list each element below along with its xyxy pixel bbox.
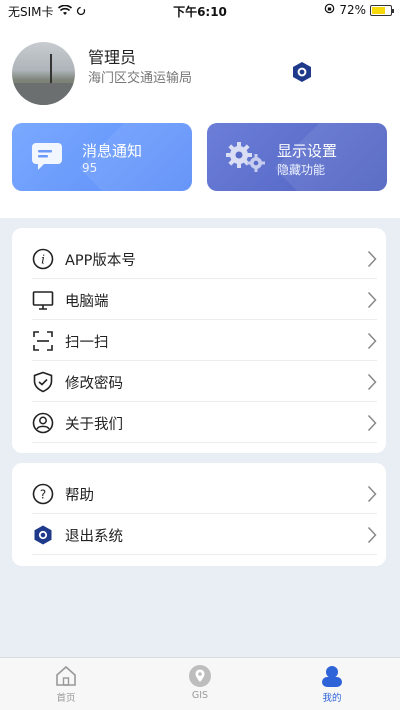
tab-label: 首页	[56, 693, 76, 704]
person-icon	[320, 664, 344, 688]
menu-item-label: 修改密码	[65, 376, 123, 392]
menu-item-label: APP版本号	[65, 253, 136, 269]
menu-item-label: 帮助	[65, 488, 94, 504]
menu-item-label: 关于我们	[65, 417, 123, 433]
menu-item-label: 扫一扫	[65, 335, 109, 351]
tab-gis[interactable]: GIS	[170, 664, 230, 701]
avatar-photo-road	[12, 83, 75, 105]
battery-icon	[370, 4, 394, 16]
menu-item-help[interactable]: ? 帮助	[32, 473, 377, 514]
menu-item-logout[interactable]: 退出系统	[32, 514, 377, 555]
chevron-right-icon	[367, 526, 377, 544]
orientation-lock-icon	[324, 3, 335, 17]
scan-icon	[32, 330, 54, 352]
info-icon: i	[32, 248, 54, 270]
menu-item-about-us[interactable]: 关于我们	[32, 402, 377, 443]
display-settings-card[interactable]: 显示设置 隐藏功能	[207, 123, 387, 191]
home-icon	[54, 664, 78, 688]
logout-hexagon-icon	[32, 524, 54, 546]
chevron-right-icon	[367, 291, 377, 309]
svg-text:?: ?	[40, 488, 46, 502]
battery-fill	[372, 6, 385, 14]
svg-text:i: i	[41, 253, 45, 267]
chevron-right-icon	[367, 414, 377, 432]
monitor-icon	[32, 289, 54, 311]
avatar-photo-pole	[50, 54, 52, 84]
bottom-tab-bar: 首页 GIS 我的	[0, 657, 400, 710]
display-card-title: 显示设置	[277, 142, 338, 160]
chevron-right-icon	[367, 373, 377, 391]
tab-label: GIS	[191, 690, 209, 701]
user-circle-icon	[32, 412, 54, 434]
chevron-right-icon	[367, 332, 377, 350]
messages-card[interactable]: 消息通知 95	[12, 123, 192, 191]
user-organization: 海门区交通运输局	[88, 71, 193, 86]
messages-card-title: 消息通知	[82, 142, 143, 160]
location-pin-icon	[188, 664, 212, 688]
menu-item-desktop[interactable]: 电脑端	[32, 279, 377, 320]
menu-group-system: ? 帮助 退出系统	[12, 463, 386, 566]
battery-percent: 72%	[339, 3, 366, 17]
menu-item-label: 退出系统	[65, 529, 123, 545]
help-icon: ?	[32, 483, 54, 505]
menu-item-label: 电脑端	[65, 294, 109, 310]
status-bar: 无SIM卡 下午6:10 72%	[0, 0, 400, 22]
menu-item-app-version[interactable]: i APP版本号	[32, 238, 377, 279]
settings-hexagon-icon[interactable]	[290, 60, 314, 84]
status-right: 72%	[324, 3, 394, 17]
profile-header: 管理员 海门区交通运输局 消息通知 95 显示设置 隐藏功能	[0, 22, 400, 218]
tab-home[interactable]: 首页	[36, 664, 96, 704]
menu-item-change-password[interactable]: 修改密码	[32, 361, 377, 402]
menu-item-scan[interactable]: 扫一扫	[32, 320, 377, 361]
shield-icon	[32, 371, 54, 393]
chevron-right-icon	[367, 250, 377, 268]
message-icon	[30, 141, 64, 175]
messages-count: 95	[82, 161, 98, 175]
tab-label: 我的	[322, 693, 342, 704]
display-card-subtitle: 隐藏功能	[277, 163, 326, 177]
menu-group-main: i APP版本号 电脑端 扫一扫 修改密码 关于我们	[12, 228, 386, 453]
user-name: 管理员	[88, 48, 137, 67]
tab-mine[interactable]: 我的	[302, 664, 362, 704]
avatar[interactable]	[12, 42, 75, 105]
chevron-right-icon	[367, 485, 377, 503]
gears-icon	[225, 141, 267, 177]
